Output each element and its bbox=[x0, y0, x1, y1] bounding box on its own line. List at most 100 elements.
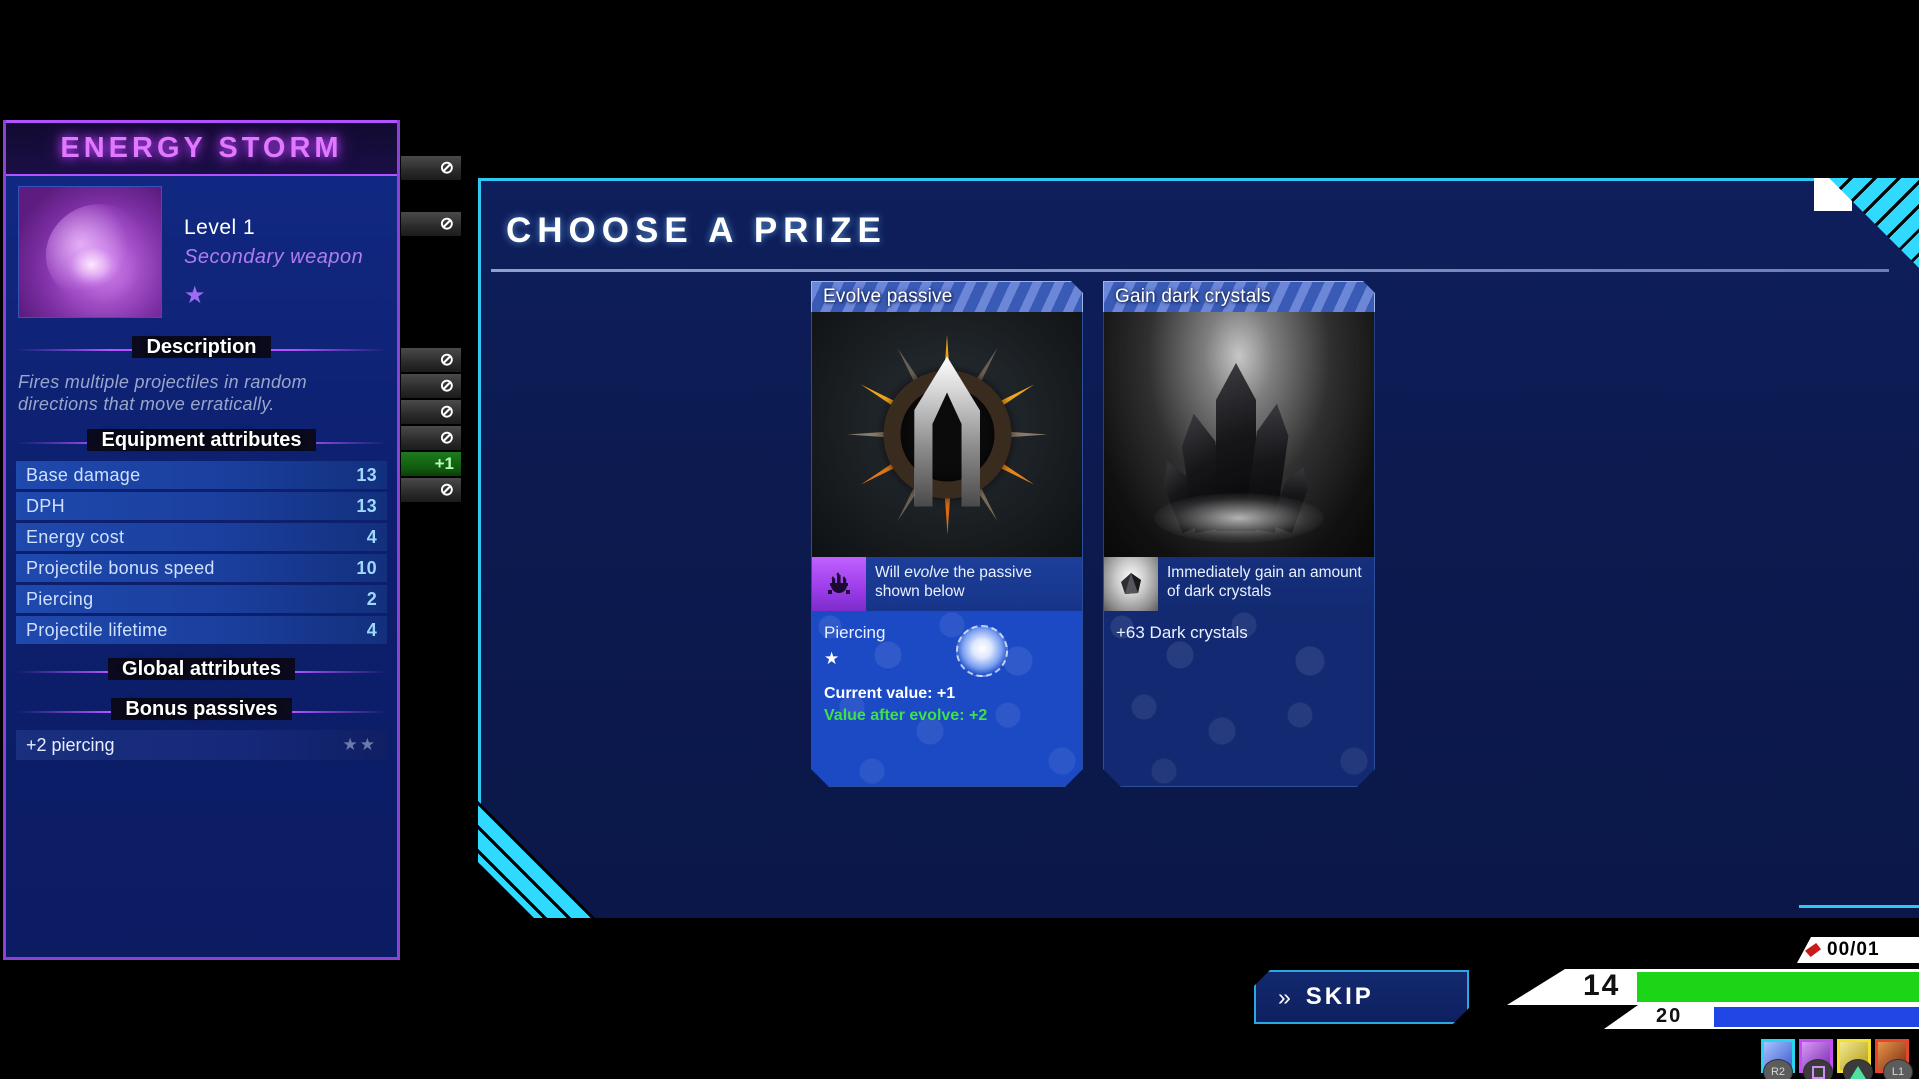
gamepad-square-icon bbox=[1803, 1059, 1833, 1079]
after-evolve-row: Value after evolve: +2 bbox=[824, 707, 988, 724]
global-attributes-header-label: Global attributes bbox=[108, 658, 295, 681]
note-part-1: Will bbox=[875, 564, 905, 581]
attribute-row-projectile-lifetime: Projectile lifetime 4 bbox=[16, 616, 387, 645]
ammo-count: 00/01 bbox=[1827, 939, 1880, 960]
attribute-row-dph: DPH 13 bbox=[16, 492, 387, 521]
dark-crystal-icon bbox=[1104, 557, 1158, 611]
current-value-label: Current value bbox=[824, 685, 928, 702]
card-title: Evolve passive bbox=[823, 286, 953, 307]
equipment-level: Level 1 bbox=[184, 216, 256, 239]
gamepad-l1-icon: L1 bbox=[1883, 1059, 1913, 1079]
card-note-text: Immediately gain an amount of dark cryst… bbox=[1158, 557, 1374, 611]
card-header: Evolve passive bbox=[811, 281, 1083, 312]
xp-bar-secondary: 20 bbox=[1604, 1005, 1919, 1029]
after-evolve-value: +2 bbox=[968, 707, 988, 724]
description-section-header: Description bbox=[6, 336, 397, 362]
card-artwork-evolve bbox=[811, 312, 1083, 557]
bonus-passives-section-header: Bonus passives bbox=[6, 698, 397, 724]
delta-value: +1 bbox=[434, 454, 454, 473]
attribute-label: DPH bbox=[26, 495, 65, 516]
no-change-icon: ⊘ bbox=[439, 158, 454, 177]
current-value-row: Current value: +1 bbox=[824, 685, 956, 702]
current-value: +1 bbox=[936, 685, 956, 702]
crystal-cluster-graphic bbox=[1164, 351, 1314, 531]
equipment-attributes-header-label: Equipment attributes bbox=[87, 429, 316, 452]
description-header-label: Description bbox=[132, 336, 271, 358]
after-evolve-label: Value after evolve bbox=[824, 707, 960, 724]
evolve-emblem-image bbox=[812, 312, 1082, 557]
xp-bar-primary: 14 bbox=[1507, 969, 1919, 1005]
evolve-passive-icon bbox=[812, 557, 866, 611]
chevron-right-icon: » bbox=[1278, 983, 1286, 1010]
attribute-value: 2 bbox=[366, 588, 377, 609]
attribute-value: 13 bbox=[356, 464, 377, 485]
no-change-icon: ⊘ bbox=[439, 402, 454, 421]
no-change-icon: ⊘ bbox=[439, 428, 454, 447]
attribute-value: 4 bbox=[366, 619, 377, 640]
attribute-row-piercing: Piercing 2 bbox=[16, 585, 387, 614]
equipment-description: Fires multiple projectiles in random dir… bbox=[18, 372, 307, 414]
bonus-passive-stars-icon: ★★ bbox=[342, 735, 377, 755]
attribute-label: Projectile lifetime bbox=[26, 619, 168, 640]
no-change-icon: ⊘ bbox=[439, 350, 454, 369]
attribute-row-projectile-bonus-speed: Projectile bonus speed 10 bbox=[16, 554, 387, 583]
delta-badge-base-damage-top: ⊘ bbox=[400, 155, 462, 181]
equipment-title-bar: ENERGY STORM bbox=[6, 120, 397, 176]
prize-card-gain-dark-crystals[interactable]: Gain dark crystals Immediately gain an a… bbox=[1103, 281, 1375, 787]
attribute-label: Piercing bbox=[26, 588, 94, 609]
card-note-text: Will evolve the passive shown below bbox=[866, 557, 1082, 611]
xp-fill-green bbox=[1637, 972, 1919, 1002]
choose-prize-dialog: CHOOSE A PRIZE Evolve passive Will evolv… bbox=[478, 178, 1919, 918]
dialog-inner: CHOOSE A PRIZE Evolve passive Will evolv… bbox=[481, 181, 1919, 918]
corner-decoration-bottom-left bbox=[478, 801, 598, 921]
attribute-value: 4 bbox=[366, 526, 377, 547]
no-change-icon: ⊘ bbox=[439, 480, 454, 499]
bonus-passive-row: +2 piercing ★★ bbox=[16, 730, 387, 761]
delta-badge-dph-top: ⊘ bbox=[400, 211, 462, 237]
card-body-evolve: Piercing ★ Current value: +1 Value after… bbox=[811, 611, 1083, 787]
gamepad-hints: R2 L1 bbox=[1763, 1059, 1913, 1079]
equipment-meta: Level 1 Secondary weapon ★ bbox=[162, 186, 363, 318]
attribute-value: 13 bbox=[356, 495, 377, 516]
rarity-star-icon: ★ bbox=[184, 282, 206, 309]
attribute-delta-column: ⊘ ⊘ ⊘ ⊘ ⊘ ⊘ +1 ⊘ bbox=[400, 0, 480, 1079]
no-change-icon: ⊘ bbox=[439, 214, 454, 233]
attribute-label: Projectile bonus speed bbox=[26, 557, 215, 578]
skip-button[interactable]: » SKIP bbox=[1254, 970, 1469, 1024]
equipment-thumbnail bbox=[18, 186, 162, 318]
passive-star-icon: ★ bbox=[824, 649, 840, 668]
equipment-attributes-section-header: Equipment attributes bbox=[6, 429, 397, 455]
ammo-pod-icon bbox=[1805, 943, 1821, 957]
note-emphasis: evolve bbox=[904, 564, 950, 581]
emblem-graphic bbox=[840, 327, 1055, 542]
prize-card-evolve-passive[interactable]: Evolve passive Will evolve the passive s… bbox=[811, 281, 1083, 787]
attribute-label: Base damage bbox=[26, 464, 141, 485]
attribute-row-base-damage: Base damage 13 bbox=[16, 461, 387, 490]
bottom-right-hud: 00/01 14 20 R2 L1 bbox=[1499, 929, 1919, 1079]
dark-crystal-image bbox=[1104, 312, 1374, 557]
delta-badge-base-damage: ⊘ bbox=[400, 347, 462, 373]
card-title: Gain dark crystals bbox=[1115, 286, 1271, 307]
sub-level: 20 bbox=[1656, 1005, 1683, 1027]
dialog-bottom-edge-accent bbox=[1799, 905, 1919, 908]
ammo-counter: 00/01 bbox=[1797, 937, 1919, 963]
equipment-title: ENERGY STORM bbox=[60, 132, 343, 164]
dialog-bottom-edge bbox=[599, 918, 1919, 921]
passive-orb-icon bbox=[956, 625, 1008, 677]
delta-badge-projectile-bonus-speed: ⊘ bbox=[400, 425, 462, 451]
prize-card-list: Evolve passive Will evolve the passive s… bbox=[811, 281, 1375, 787]
attribute-label: Energy cost bbox=[26, 526, 125, 547]
passive-name: Piercing bbox=[824, 623, 886, 642]
crystal-amount: +63 Dark crystals bbox=[1116, 623, 1248, 642]
equipment-type: Secondary weapon bbox=[184, 246, 364, 268]
card-note-crystals: Immediately gain an amount of dark cryst… bbox=[1103, 557, 1375, 611]
player-level: 14 bbox=[1583, 969, 1621, 1002]
delta-badge-dph: ⊘ bbox=[400, 373, 462, 399]
xp-fill-blue bbox=[1714, 1007, 1919, 1027]
dialog-title: CHOOSE A PRIZE bbox=[506, 211, 887, 250]
card-artwork-crystals bbox=[1103, 312, 1375, 557]
gamepad-r2-icon: R2 bbox=[1763, 1059, 1793, 1079]
gamepad-triangle-icon bbox=[1843, 1059, 1873, 1079]
attribute-value: 10 bbox=[356, 557, 377, 578]
bonus-passives-header-label: Bonus passives bbox=[111, 698, 292, 721]
